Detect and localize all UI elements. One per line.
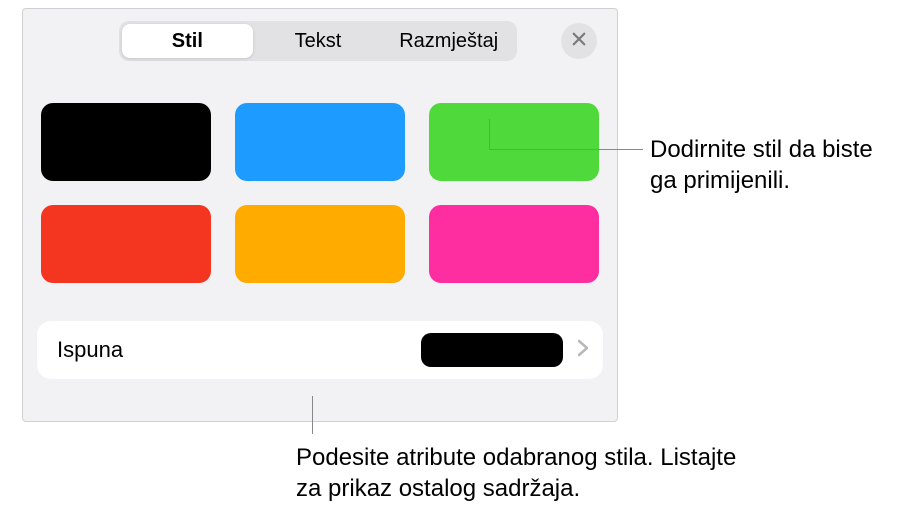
style-swatch[interactable] [429,205,599,283]
callout-adjust-attrs: Podesite atribute odabranog stila. Lista… [296,442,746,504]
tab-layout-label: Razmještaj [399,30,498,53]
style-swatch[interactable] [235,103,405,181]
tab-text[interactable]: Tekst [253,24,384,58]
fill-color-preview [421,333,563,367]
callout-leader [489,119,490,149]
callout-leader [489,149,643,150]
tab-text-label: Tekst [295,30,342,53]
segmented-control: Stil Tekst Razmještaj [119,21,517,61]
style-swatch-grid [37,103,603,283]
close-icon [570,30,588,53]
style-swatch[interactable] [41,103,211,181]
style-swatch[interactable] [429,103,599,181]
style-swatch[interactable] [41,205,211,283]
fill-label: Ispuna [57,337,421,363]
tab-style-label: Stil [172,30,203,53]
callout-apply-style: Dodirnite stil da biste ga primijenili. [650,134,900,196]
tab-layout[interactable]: Razmještaj [383,24,514,58]
panel-topbar: Stil Tekst Razmještaj [37,21,603,61]
format-panel: Stil Tekst Razmještaj Ispuna [22,8,618,422]
callout-leader [312,396,313,434]
chevron-right-icon [577,339,589,362]
tab-style[interactable]: Stil [122,24,253,58]
style-swatch[interactable] [235,205,405,283]
close-button[interactable] [561,23,597,59]
fill-row[interactable]: Ispuna [37,321,603,379]
